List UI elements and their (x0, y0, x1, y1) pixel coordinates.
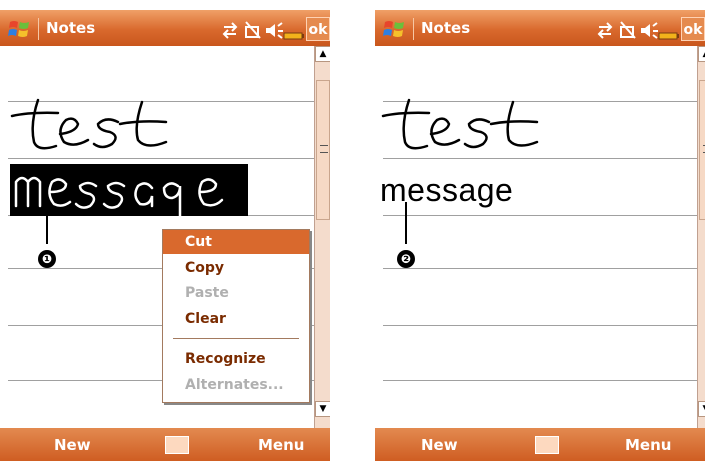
callout-line (46, 202, 48, 244)
bottom-bar: New Menu (0, 428, 330, 461)
app-title: Notes (421, 19, 471, 37)
scroll-thumb[interactable] (316, 80, 330, 220)
menu-item-cut[interactable]: Cut (163, 230, 309, 254)
battery-icon[interactable] (658, 32, 679, 40)
callout-badge: ❷ (397, 250, 415, 268)
connectivity-icon[interactable] (597, 22, 613, 39)
notes-screen-right: Notes ok message ❷ New Menu (375, 0, 705, 461)
new-softkey[interactable]: New (54, 436, 91, 454)
menu-item-clear[interactable]: Clear (163, 307, 309, 331)
menu-item-paste: Paste (185, 285, 229, 301)
ok-button[interactable]: ok (306, 17, 330, 41)
keyboard-icon[interactable] (165, 436, 189, 454)
new-softkey[interactable]: New (421, 436, 458, 454)
ink-word-test (381, 98, 539, 150)
speaker-icon[interactable] (266, 22, 283, 39)
notes-screen-left: Notes ok ❶ Cut Copy Paste Clear Recogniz… (0, 0, 330, 461)
no-signal-icon[interactable] (620, 21, 636, 39)
windows-flag-icon[interactable] (383, 18, 407, 40)
menu-item-alternates: Alternates... (185, 377, 284, 393)
recognized-text: message (380, 172, 514, 208)
battery-icon[interactable] (283, 32, 304, 40)
writing-area[interactable]: message ❷ (375, 46, 705, 428)
callout-line (405, 202, 407, 244)
status-icons[interactable] (222, 19, 304, 41)
bottom-bar: New Menu (375, 428, 705, 461)
app-title: Notes (46, 19, 96, 37)
title-bar: Notes ok (375, 10, 705, 46)
scroll-down-icon[interactable]: ▼ (315, 401, 330, 417)
handwriting-ink (381, 98, 539, 150)
status-icons[interactable] (597, 19, 679, 41)
vertical-scrollbar[interactable]: ▲ ▼ (697, 46, 705, 428)
callout-badge: ❶ (38, 250, 56, 268)
ink-word-test (10, 98, 168, 150)
title-separator (38, 18, 39, 40)
no-signal-icon[interactable] (245, 21, 261, 39)
ok-button[interactable]: ok (681, 17, 705, 41)
menu-softkey[interactable]: Menu (625, 436, 671, 454)
scroll-up-icon[interactable]: ▲ (698, 46, 705, 62)
vertical-scrollbar[interactable]: ▲ ▼ (314, 46, 330, 428)
windows-flag-icon[interactable] (8, 18, 32, 40)
scroll-thumb[interactable] (699, 80, 705, 220)
connectivity-icon[interactable] (222, 22, 238, 39)
scroll-up-icon[interactable]: ▲ (315, 46, 330, 62)
context-menu[interactable]: Cut Copy Paste Clear Recognize Alternate… (162, 229, 310, 403)
speaker-icon[interactable] (641, 22, 658, 39)
title-bar: Notes ok (0, 10, 330, 46)
menu-separator (173, 338, 299, 339)
title-separator (413, 18, 414, 40)
menu-softkey[interactable]: Menu (258, 436, 304, 454)
writing-area[interactable]: ❶ Cut Copy Paste Clear Recognize Alterna… (0, 46, 330, 428)
menu-item-recognize[interactable]: Recognize (163, 347, 309, 371)
keyboard-icon[interactable] (535, 436, 559, 454)
menu-item-copy[interactable]: Copy (163, 256, 309, 280)
scroll-down-icon[interactable]: ▼ (698, 401, 705, 417)
